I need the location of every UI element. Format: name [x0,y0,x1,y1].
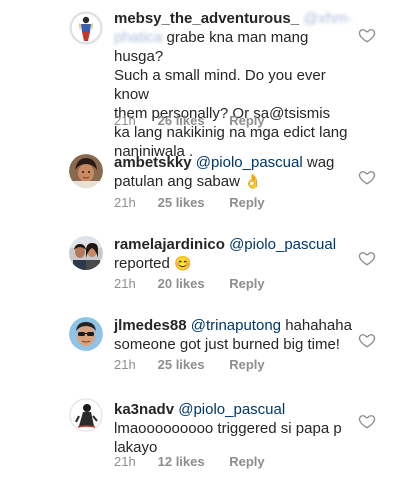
comment-likes[interactable]: 25 likes [158,195,226,210]
avatar-superhero-icon[interactable] [69,11,103,45]
reply-button[interactable]: Reply [229,276,264,291]
comment-username[interactable]: ambetskky [114,154,192,171]
heart-icon[interactable] [358,249,376,267]
comment-likes[interactable]: 26 likes [158,113,226,128]
comment-text: wag [306,154,335,171]
ok-hand-emoji: 👌 [244,173,262,189]
comment-meta: 21h 25 likes Reply [114,195,265,210]
comment-timestamp[interactable]: 21h [114,357,154,372]
comment-item: ka3nadv @piolo_pascual lmaooooooooo trig… [0,382,401,479]
comment-body: jlmedes88 @trinaputong hahahaha someone … [114,316,354,354]
blurred-mention: phatica [114,29,163,46]
smiling-face-emoji: 😊 [174,255,192,271]
comment-item: mebsy_the_adventurous_ @xhm- phatica gra… [0,0,401,160]
avatar-woman-icon[interactable] [69,154,103,188]
comment-body: ka3nadv @piolo_pascual lmaooooooooo trig… [114,400,354,457]
comment-text: patulan ang sabaw [114,173,240,190]
comment-text: reported [114,255,170,272]
comment-text: someone got just burned big time! [114,336,340,353]
comment-body: mebsy_the_adventurous_ @xhm- phatica gra… [114,9,354,161]
comment-meta: 21h 25 likes Reply [114,357,265,372]
mention-link[interactable]: @trinaputong [191,317,281,334]
comment-text: Such a small mind. Do you ever know [114,67,326,103]
comment-body: ramelajardinico @piolo_pascual reported … [114,235,354,273]
comment-likes[interactable]: 20 likes [158,276,226,291]
blurred-mention: @xhm- [303,10,352,27]
reply-button[interactable]: Reply [229,195,264,210]
heart-icon[interactable] [358,26,376,44]
heart-icon[interactable] [358,412,376,430]
mention-link[interactable]: @piolo_pascual [178,401,285,418]
comment-item: ramelajardinico @piolo_pascual reported … [0,220,401,300]
mention-link[interactable]: @piolo_pascual [229,236,336,253]
comment-item: ambetskky @piolo_pascual wag patulan ang… [0,140,401,220]
avatar-couple-icon[interactable] [69,236,103,270]
avatar-man-sunglasses-icon[interactable] [69,317,103,351]
heart-icon[interactable] [358,331,376,349]
comment-username[interactable]: jlmedes88 [114,317,187,334]
reply-button[interactable]: Reply [229,113,264,128]
comment-timestamp[interactable]: 21h [114,276,154,291]
reply-button[interactable]: Reply [229,357,264,372]
comment-timestamp[interactable]: 21h [114,195,154,210]
comment-text: lmaooooooooo triggered si papa p [114,420,342,437]
avatar-sketch-icon[interactable] [69,398,103,432]
comment-body: ambetskky @piolo_pascual wag patulan ang… [114,153,354,191]
comment-timestamp[interactable]: 21h [114,454,154,469]
heart-icon[interactable] [358,168,376,186]
comment-likes[interactable]: 12 likes [158,454,226,469]
comment-timestamp[interactable]: 21h [114,113,154,128]
comment-meta: 21h 12 likes Reply [114,454,265,469]
mention-link[interactable]: @piolo_pascual [196,154,303,171]
reply-button[interactable]: Reply [229,454,264,469]
comment-text: hahahaha [285,317,352,334]
comment-item: jlmedes88 @trinaputong hahahaha someone … [0,300,401,382]
comment-username[interactable]: ramelajardinico [114,236,225,253]
comment-username[interactable]: mebsy_the_adventurous_ [114,10,299,27]
comment-likes[interactable]: 25 likes [158,357,226,372]
comment-meta: 21h 26 likes Reply [114,113,265,128]
comment-username[interactable]: ka3nadv [114,401,174,418]
comment-meta: 21h 20 likes Reply [114,276,265,291]
